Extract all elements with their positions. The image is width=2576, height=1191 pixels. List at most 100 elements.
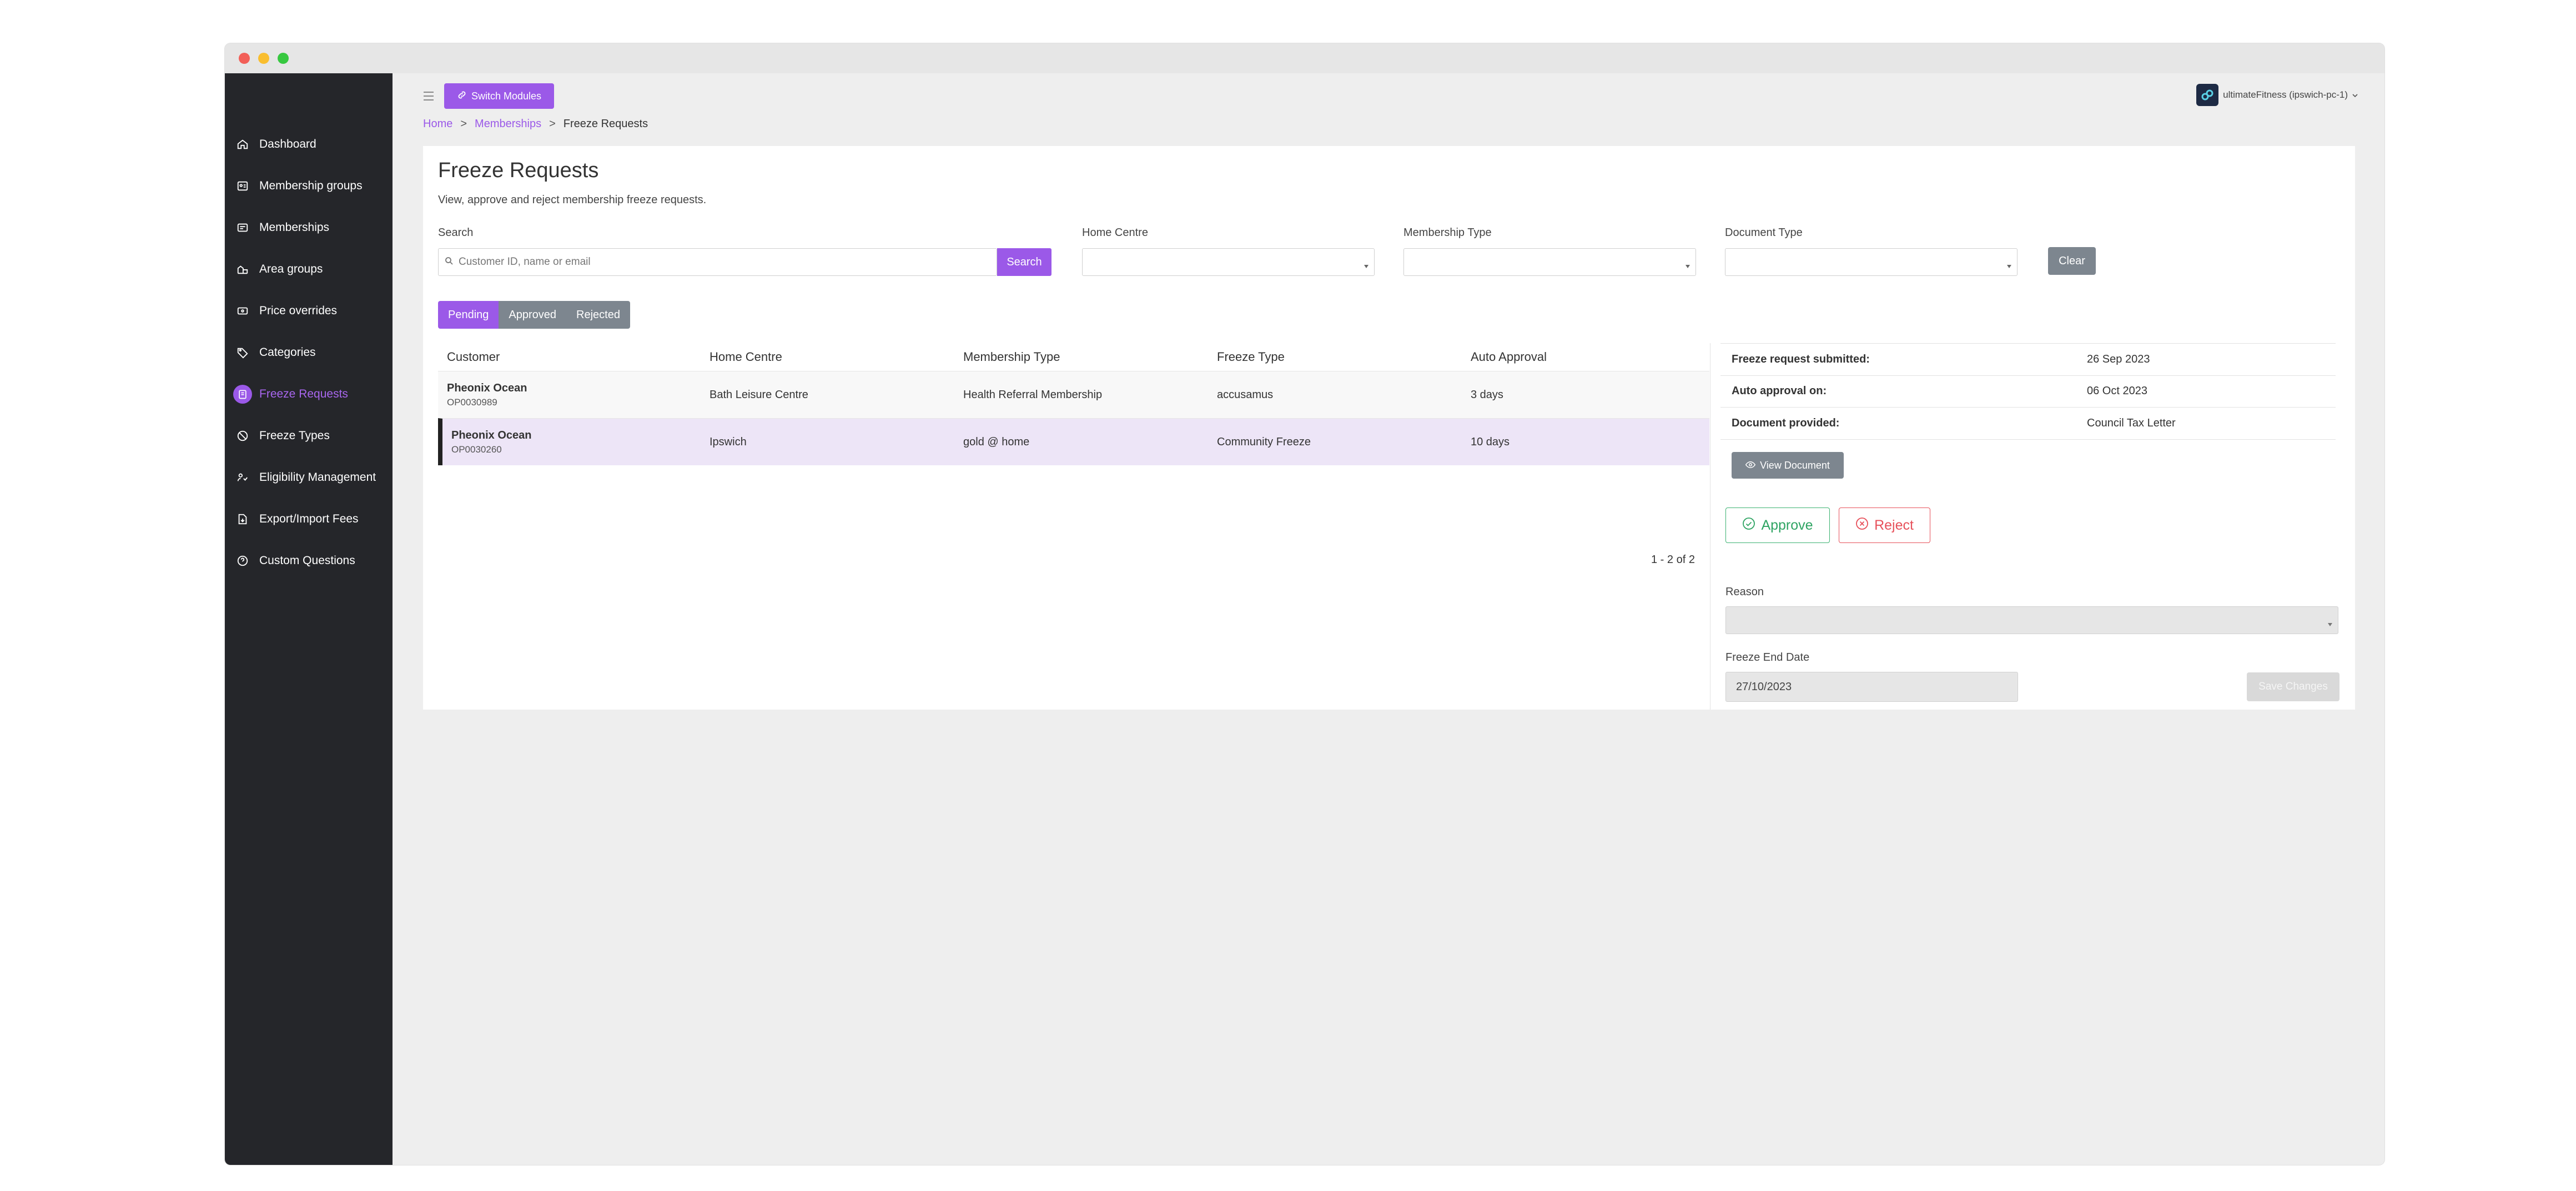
customer-cell: Pheonix Ocean OP0030260 [442,429,701,455]
detail-label: Document provided: [1732,417,1840,429]
sidebar-item-label: Freeze Types [259,429,330,442]
export-import-icon [236,512,249,526]
tab-approved[interactable]: Approved [499,301,567,329]
sidebar-item-label: Freeze Requests [259,388,348,400]
sidebar-item-label: Membership groups [259,179,363,192]
search-button[interactable]: Search [997,248,1051,276]
document-type-label: Document Type [1725,227,1803,239]
freeze-end-date-input[interactable]: 27/10/2023 [1725,672,2018,702]
sidebar: Dashboard Membership groups Memberships … [225,73,393,1165]
reject-label: Reject [1874,517,1914,533]
caret-down-icon [1364,261,1368,271]
breadcrumb: Home > Memberships > Freeze Requests [423,115,648,132]
page-title: Freeze Requests [438,159,599,182]
sidebar-item-label: Area groups [259,263,323,275]
account-menu[interactable]: ultimateFitness (ipswich-pc-1) [2196,82,2358,108]
area-groups-icon [236,263,249,276]
status-tabs: Pending Approved Rejected [438,301,630,329]
sidebar-item-memberships[interactable]: Memberships [225,212,393,243]
approve-label: Approve [1761,517,1813,533]
app-window: Dashboard Membership groups Memberships … [225,43,2384,1165]
search-input[interactable] [457,255,993,269]
question-icon [236,554,249,567]
main-card: Freeze Requests View, approve and reject… [423,146,2355,710]
freeze-type-cell: accusamus [1217,388,1274,401]
column-header: Home Centre [710,350,782,364]
breadcrumb-memberships-link[interactable]: Memberships [475,118,541,130]
membership-type-label: Membership Type [1403,227,1492,239]
tab-rejected[interactable]: Rejected [566,301,630,329]
detail-value: 26 Sep 2023 [2087,353,2150,365]
sidebar-item-label: Categories [259,346,316,359]
account-label: ultimateFitness (ipswich-pc-1) [2223,89,2348,100]
view-document-label: View Document [1760,459,1830,471]
auto-approval-cell: 10 days [1471,435,1510,448]
caret-down-icon [2328,619,2332,629]
detail-label: Auto approval on: [1732,385,1827,397]
breadcrumb-current: Freeze Requests [563,117,648,130]
page-subtitle: View, approve and reject membership free… [438,194,707,206]
tab-pending[interactable]: Pending [438,301,499,329]
column-header: Auto Approval [1471,350,1547,364]
document-type-select[interactable] [1725,248,2017,276]
clear-filters-button[interactable]: Clear [2048,247,2096,275]
membership-groups-icon [236,179,249,193]
home-centre-select[interactable] [1082,248,1375,276]
reject-button[interactable]: Reject [1839,507,1930,543]
column-header: Freeze Type [1217,350,1285,364]
reason-select[interactable] [1725,606,2338,634]
request-detail-panel: Freeze request submitted: 26 Sep 2023 Au… [1710,343,2339,710]
search-field[interactable] [438,248,997,276]
freeze-end-date-label: Freeze End Date [1725,651,1810,664]
home-centre-cell: Bath Leisure Centre [710,388,808,401]
customer-name: Pheonix Ocean [447,381,527,394]
tag-icon [236,346,249,359]
hamburger-menu-icon[interactable] [424,91,436,101]
column-header: Customer [447,350,500,364]
sidebar-item-membership-groups[interactable]: Membership groups [225,170,393,202]
eye-icon [1745,460,1756,471]
approve-button[interactable]: Approve [1725,507,1830,543]
sidebar-item-custom-questions[interactable]: Custom Questions [225,545,393,576]
table-row[interactable]: Pheonix Ocean OP0030989 Bath Leisure Cen… [438,371,1709,418]
membership-type-cell: Health Referral Membership [963,388,1103,401]
membership-type-select[interactable] [1403,248,1696,276]
freeze-types-icon [236,429,249,443]
breadcrumb-separator: > [549,117,556,130]
membership-type-cell: gold @ home [963,435,1030,448]
detail-value: 06 Oct 2023 [2087,385,2147,397]
title-bar [225,43,2384,73]
sidebar-item-price-overrides[interactable]: Price overrides [225,295,393,326]
sidebar-item-area-groups[interactable]: Area groups [225,254,393,285]
check-circle-icon [1742,517,1755,534]
search-icon [444,256,454,269]
close-window-button[interactable] [239,53,250,64]
sidebar-item-freeze-types[interactable]: Freeze Types [225,420,393,451]
customer-cell: Pheonix Ocean OP0030989 [438,382,701,408]
switch-modules-button[interactable]: Switch Modules [444,83,554,109]
detail-label: Freeze request submitted: [1732,353,1870,365]
sidebar-item-label: Dashboard [259,138,316,150]
column-header: Membership Type [963,350,1060,364]
sidebar-item-export-import-fees[interactable]: Export/Import Fees [225,504,393,535]
maximize-window-button[interactable] [278,53,289,64]
chevron-down-icon [2352,89,2358,100]
minimize-window-button[interactable] [258,53,269,64]
sidebar-item-label: Export/Import Fees [259,512,359,525]
sidebar-item-categories[interactable]: Categories [225,337,393,368]
customer-id: OP0030989 [447,396,497,408]
sidebar-item-eligibility-management[interactable]: Eligibility Management [225,462,393,493]
brand-logo [2196,84,2219,106]
sidebar-item-freeze-requests[interactable]: Freeze Requests [225,379,393,410]
view-document-button[interactable]: View Document [1732,452,1844,479]
save-changes-button[interactable]: Save Changes [2247,672,2339,701]
memberships-icon [236,221,249,234]
breadcrumb-home-link[interactable]: Home [423,118,452,130]
detail-value: Council Tax Letter [2087,417,2176,429]
freeze-requests-icon [233,385,252,404]
search-label: Search [438,227,474,239]
sidebar-item-dashboard[interactable]: Dashboard [225,129,393,160]
freeze-requests-table: Customer Home Centre Membership Type Fre… [438,343,1709,465]
table-row[interactable]: Pheonix Ocean OP0030260 Ipswich gold @ h… [438,418,1709,465]
sidebar-item-label: Custom Questions [259,554,355,567]
